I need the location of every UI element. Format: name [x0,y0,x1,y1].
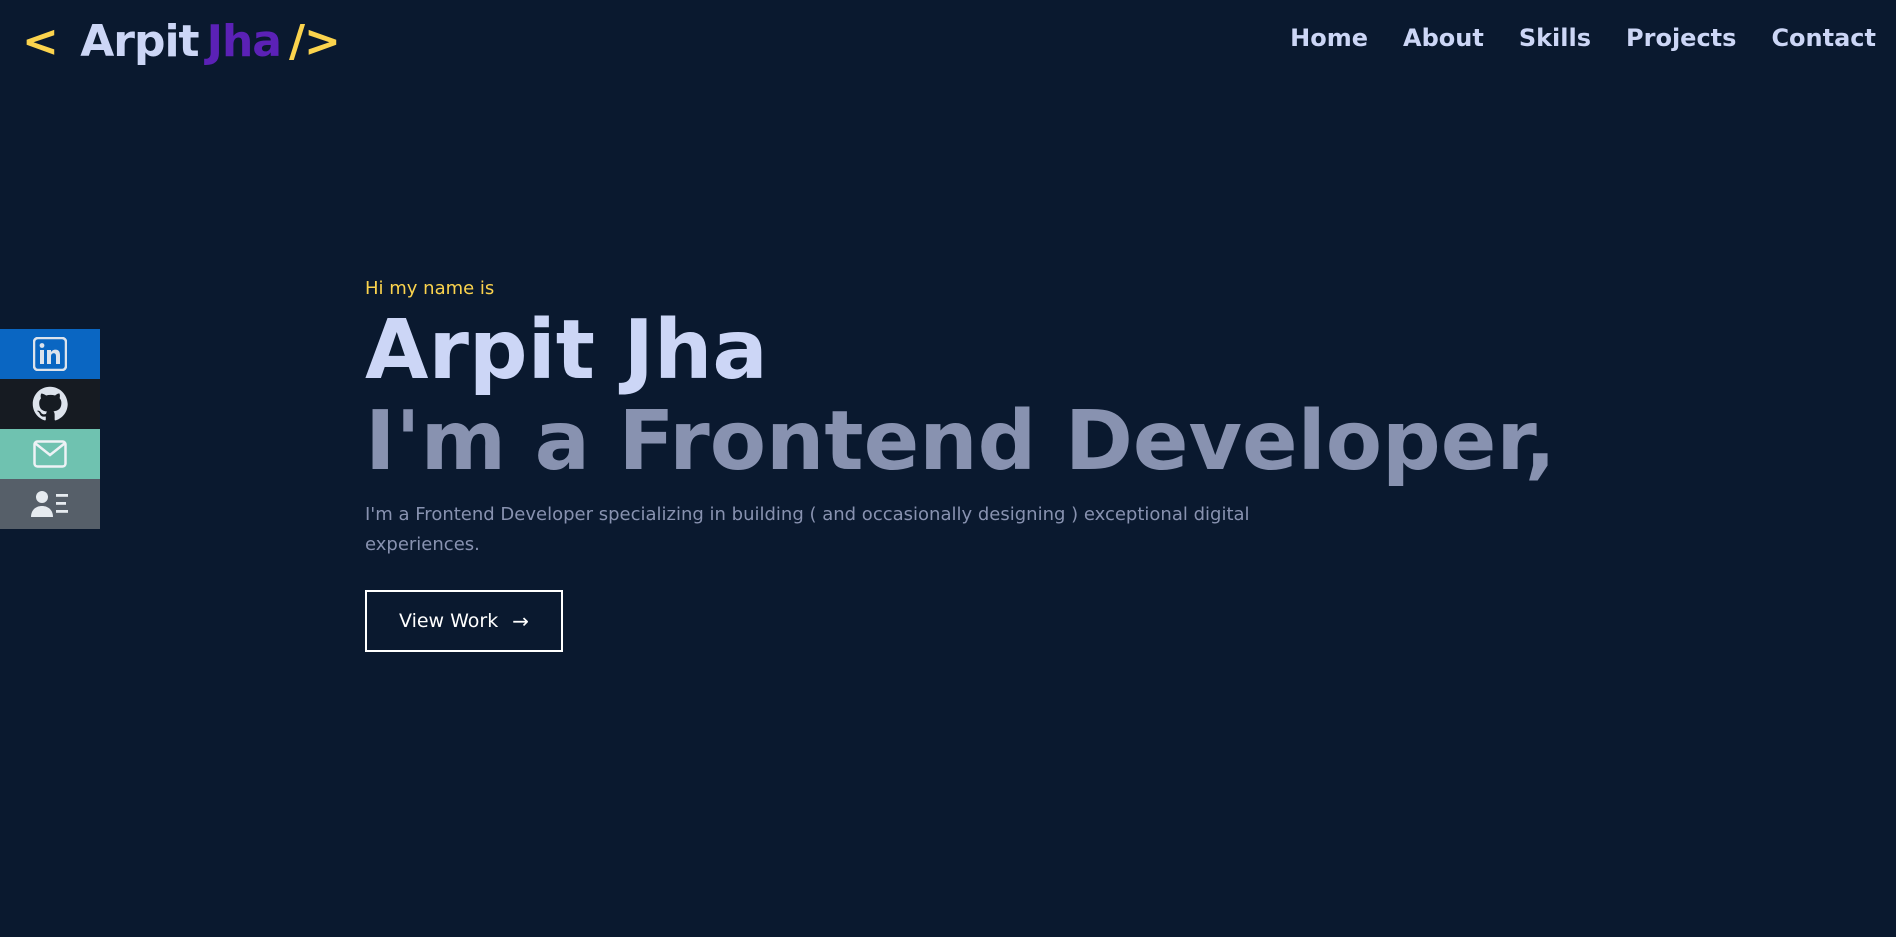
github-icon [32,386,68,422]
arrow-right-icon: → [512,609,530,633]
email-link[interactable] [0,429,100,479]
github-link[interactable] [0,379,100,429]
nav-home[interactable]: Home [1290,20,1368,56]
hero-name: Arpit Jha [365,303,768,398]
resume-icon [30,489,70,519]
main-nav: Home About Skills Projects Contact [1290,20,1876,56]
logo-first-name: Arpit [80,16,199,67]
nav-contact[interactable]: Contact [1771,20,1876,56]
nav-projects[interactable]: Projects [1626,20,1736,56]
mail-icon [33,440,67,468]
page: < Arpit Jha/> Home About Skills Projects … [0,0,1896,937]
logo-open-bracket: < [22,16,59,67]
greeting-text: Hi my name is [365,278,495,299]
view-work-label: View Work [399,610,499,632]
hero-section: Hi my name is Arpit Jha I'm a Frontend D… [365,272,1565,652]
logo-last-name: Jha [206,16,282,67]
hero-description: I'm a Frontend Developer specializing in… [365,504,1250,555]
view-work-button[interactable]: View Work → [365,590,564,652]
site-logo[interactable]: < Arpit Jha/> [22,14,341,70]
social-sidebar [0,329,100,529]
resume-link[interactable] [0,479,100,529]
hero-role: I'm a Frontend Developer, [365,394,1556,489]
linkedin-icon [33,337,67,371]
logo-close-bracket: /> [288,16,341,67]
nav-about[interactable]: About [1403,20,1484,56]
nav-skills[interactable]: Skills [1519,20,1591,56]
linkedin-link[interactable] [0,329,100,379]
